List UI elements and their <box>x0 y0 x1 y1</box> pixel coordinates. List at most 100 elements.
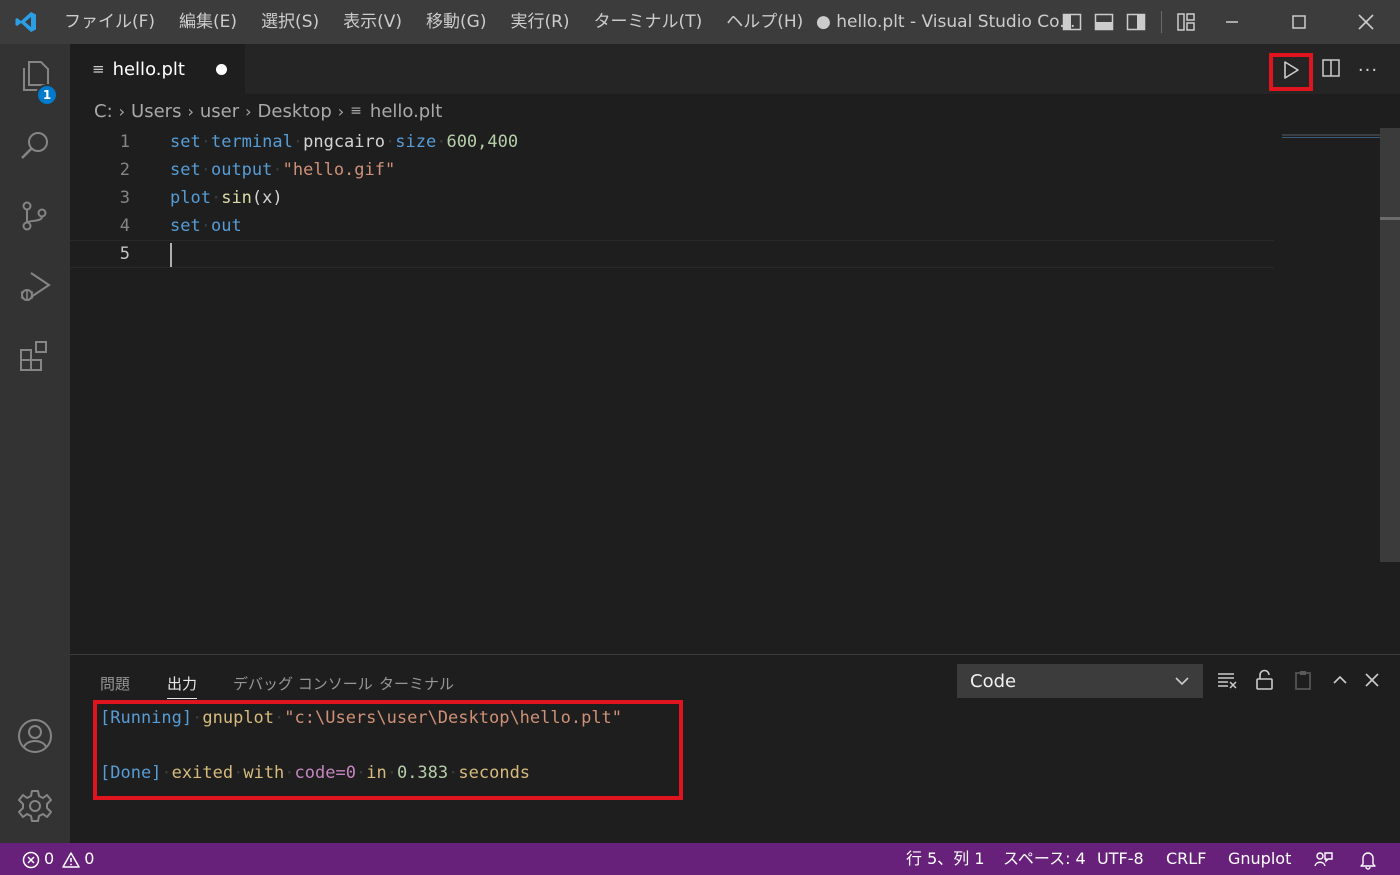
more-actions-button[interactable]: ··· <box>1353 56 1383 84</box>
search-button[interactable] <box>0 118 70 178</box>
unsaved-dot-icon[interactable] <box>216 64 227 75</box>
run-debug-icon <box>17 268 53 308</box>
clear-all-icon <box>1216 669 1238 695</box>
layout-divider <box>1156 10 1166 34</box>
tab-output[interactable]: 出力 <box>167 673 198 699</box>
line-number: 2 <box>119 160 130 180</box>
accounts-button[interactable] <box>0 708 70 768</box>
toggle-secondary-sidebar-icon[interactable] <box>1124 10 1148 34</box>
account-icon <box>16 717 54 759</box>
tab-terminal[interactable]: ターミナル <box>379 673 454 699</box>
extensions-button[interactable] <box>0 328 70 388</box>
warning-count: 0 <box>84 849 95 868</box>
minimap <box>1282 134 1380 136</box>
file-lines-icon: ≡ <box>350 103 362 119</box>
breadcrumb-drive[interactable]: C: <box>94 101 113 122</box>
breadcrumb-user[interactable]: user <box>200 101 239 122</box>
title-bar: ファイル(F) 編集(E) 選択(S) 表示(V) 移動(G) 実行(R) ター… <box>0 0 1400 44</box>
scrollbar-cursor-marker <box>1380 217 1400 220</box>
tab-debug-console[interactable]: デバッグ コンソール <box>233 673 373 699</box>
chevron-right-icon: › <box>245 101 252 121</box>
indentation-status[interactable]: スペース: 4 <box>1003 843 1086 875</box>
manage-button[interactable] <box>0 778 70 838</box>
menu-go[interactable]: 移動(G) <box>414 0 498 44</box>
output-channel-select[interactable]: Code <box>957 664 1203 698</box>
vscode-logo-icon <box>0 0 52 44</box>
activity-bar: 1 <box>0 44 70 843</box>
encoding-status[interactable]: UTF-8 <box>1097 843 1144 875</box>
breadcrumb: C: › Users › user › Desktop › ≡ hello.pl… <box>70 94 1380 128</box>
window-title: ● hello.plt - Visual Studio Co... <box>816 12 1076 32</box>
file-lines-icon: ≡ <box>92 60 105 78</box>
run-debug-button[interactable] <box>0 258 70 318</box>
play-icon <box>1281 60 1301 84</box>
menu-view[interactable]: 表示(V) <box>331 0 414 44</box>
menu-selection[interactable]: 選択(S) <box>249 0 331 44</box>
chevron-up-icon <box>1330 670 1350 694</box>
maximize-button[interactable] <box>1267 0 1331 44</box>
breadcrumb-file[interactable]: hello.plt <box>370 101 442 122</box>
minimap-slider[interactable] <box>1282 128 1380 138</box>
split-editor-button[interactable] <box>1317 56 1345 84</box>
bell-icon <box>1358 852 1378 874</box>
status-bar: 0 0 行 5、列 1 スペース: 4 UTF-8 CRLF Gnuplot <box>0 843 1400 875</box>
chevron-down-icon <box>1172 671 1192 696</box>
lock-scroll-button[interactable] <box>1252 669 1278 695</box>
gear-icon <box>16 787 54 829</box>
split-editor-icon <box>1321 58 1341 82</box>
toggle-sidebar-icon[interactable] <box>1060 10 1084 34</box>
bottom-panel: 問題 出力 デバッグ コンソール ターミナル Code [Running]·gn… <box>70 654 1400 843</box>
clear-output-button[interactable] <box>1214 669 1240 695</box>
tab-hello-plt[interactable]: ≡ hello.plt <box>70 44 245 94</box>
code-line: 3 plot·sin(x) <box>70 184 1274 212</box>
open-log-button[interactable] <box>1290 669 1316 695</box>
clipboard-icon <box>1292 669 1314 695</box>
error-icon <box>22 843 40 875</box>
run-code-button[interactable] <box>1269 53 1313 91</box>
code-line-current: 5 <box>70 240 1274 268</box>
close-icon <box>1363 671 1381 693</box>
tab-problems[interactable]: 問題 <box>100 673 130 699</box>
code-line: 2 set·output·"hello.gif" <box>70 156 1274 184</box>
problems-status[interactable]: 0 0 <box>22 843 94 875</box>
menu-edit[interactable]: 編集(E) <box>167 0 249 44</box>
menu-help[interactable]: ヘルプ(H) <box>714 0 815 44</box>
close-button[interactable] <box>1334 0 1398 44</box>
maximize-panel-button[interactable] <box>1327 669 1353 695</box>
minimize-button[interactable] <box>1200 0 1264 44</box>
breadcrumb-users[interactable]: Users <box>131 101 181 122</box>
explorer-button[interactable]: 1 <box>0 48 70 108</box>
line-number: 5 <box>119 244 130 264</box>
unlock-icon <box>1254 669 1276 695</box>
line-content: plot·sin(x) <box>170 188 283 208</box>
menu-run[interactable]: 実行(R) <box>498 0 581 44</box>
breadcrumb-desktop[interactable]: Desktop <box>258 101 332 122</box>
editor-tab-bar: ≡ hello.plt ··· <box>70 44 1400 94</box>
code-line: 4 set·out <box>70 212 1274 240</box>
customize-layout-icon[interactable] <box>1174 10 1198 34</box>
cursor-position[interactable]: 行 5、列 1 <box>906 843 985 875</box>
extensions-icon <box>17 338 53 378</box>
chevron-right-icon: › <box>118 101 126 121</box>
tab-label: hello.plt <box>112 58 185 80</box>
error-count: 0 <box>44 849 55 868</box>
feedback-button[interactable] <box>1313 850 1333 874</box>
source-control-icon <box>17 198 53 238</box>
close-panel-button[interactable] <box>1359 669 1385 695</box>
editor-scrollbar-thumb[interactable] <box>1380 128 1400 562</box>
line-number: 3 <box>119 188 130 208</box>
source-control-button[interactable] <box>0 188 70 248</box>
warning-icon <box>62 843 80 875</box>
language-mode[interactable]: Gnuplot <box>1228 843 1291 875</box>
line-number: 4 <box>119 216 130 236</box>
toggle-panel-icon[interactable] <box>1092 10 1116 34</box>
menu-terminal[interactable]: ターミナル(T) <box>582 0 715 44</box>
line-number: 1 <box>119 132 130 152</box>
code-line: 1 set·terminal·pngcairo·size·600,400 <box>70 128 1274 156</box>
menu-file[interactable]: ファイル(F) <box>52 0 167 44</box>
chevron-right-icon: › <box>187 101 194 121</box>
line-content: set·terminal·pngcairo·size·600,400 <box>170 132 519 152</box>
eol-status[interactable]: CRLF <box>1166 843 1206 875</box>
code-editor[interactable]: 1 set·terminal·pngcairo·size·600,400 2 s… <box>70 128 1380 654</box>
notifications-button[interactable] <box>1358 850 1378 874</box>
